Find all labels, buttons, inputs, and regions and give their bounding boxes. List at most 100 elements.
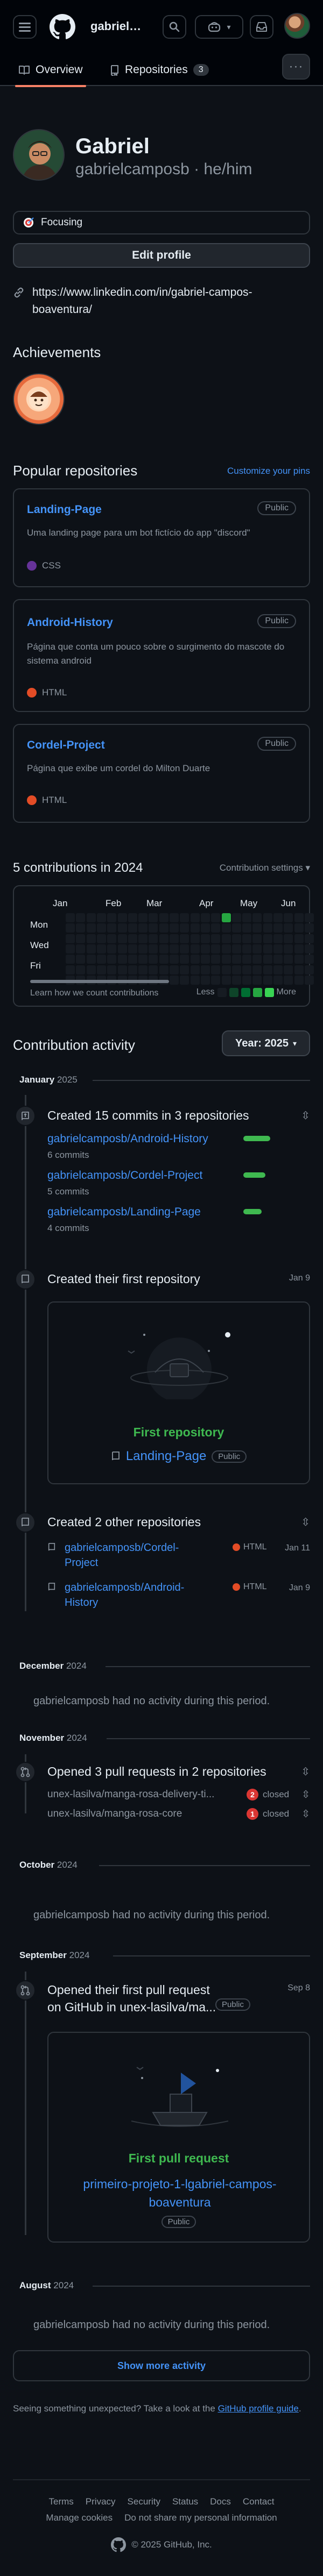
footer-link-docs[interactable]: Docs (210, 2496, 231, 2507)
calendar-cell[interactable] (149, 913, 158, 922)
calendar-cell[interactable] (149, 944, 158, 953)
calendar-cell[interactable] (242, 955, 252, 964)
footer-link-cookies[interactable]: Manage cookies (46, 2513, 113, 2523)
calendar-cell[interactable] (263, 934, 272, 943)
calendar-cell[interactable] (128, 923, 137, 933)
calendar-cell[interactable] (107, 923, 117, 933)
inbox-button[interactable] (250, 15, 273, 39)
calendar-cell[interactable] (138, 944, 148, 953)
profile-guide-link[interactable]: GitHub profile guide (218, 2403, 299, 2414)
calendar-cell[interactable] (273, 923, 283, 933)
calendar-cell[interactable] (180, 944, 189, 953)
calendar-cell[interactable] (180, 965, 189, 974)
calendar-cell[interactable] (128, 955, 137, 964)
calendar-cell[interactable] (221, 923, 231, 933)
linkedin-link[interactable]: https://www.linkedin.com/in/gabriel-camp… (32, 284, 310, 318)
calendar-cell[interactable] (107, 955, 117, 964)
calendar-cell[interactable] (304, 944, 314, 953)
tab-repositories[interactable]: Repositories 3 (110, 54, 209, 86)
calendar-cell[interactable] (200, 965, 210, 974)
calendar-cell[interactable] (86, 965, 96, 974)
calendar-cell[interactable] (284, 965, 293, 974)
calendar-cell[interactable] (96, 913, 106, 922)
fold-icon[interactable]: ⇳ (301, 1808, 310, 1820)
calendar-cell[interactable] (128, 944, 137, 953)
calendar-cell[interactable] (284, 944, 293, 953)
calendar-cell[interactable] (221, 975, 231, 985)
calendar-cell[interactable] (252, 955, 262, 964)
first-repo-card-link[interactable]: Landing-Page (126, 1449, 206, 1464)
calendar-cell[interactable] (252, 934, 262, 943)
calendar-cell[interactable] (66, 913, 75, 922)
calendar-cell[interactable] (211, 944, 221, 953)
profile-avatar[interactable] (13, 129, 65, 181)
calendar-cell[interactable] (107, 934, 117, 943)
repo-name-link[interactable]: Android-History (27, 616, 113, 629)
github-logo[interactable] (50, 14, 75, 43)
calendar-cell[interactable] (252, 944, 262, 953)
calendar-cell[interactable] (138, 955, 148, 964)
status-box[interactable]: Focusing (13, 211, 310, 234)
calendar-cell[interactable] (242, 934, 252, 943)
search-button[interactable] (163, 15, 186, 39)
calendar-cell[interactable] (138, 965, 148, 974)
other-repo-link[interactable]: gabrielcamposb/Cordel-Project (65, 1540, 188, 1570)
calendar-cell[interactable] (294, 913, 304, 922)
calendar-cell[interactable] (242, 965, 252, 974)
calendar-cell[interactable] (242, 944, 252, 953)
calendar-cell[interactable] (149, 934, 158, 943)
calendar-cell[interactable] (149, 955, 158, 964)
calendar-cell[interactable] (221, 913, 231, 922)
calendar-cell[interactable] (304, 923, 314, 933)
calendar-cell[interactable] (128, 965, 137, 974)
calendar-cell[interactable] (170, 975, 179, 985)
calendar-cell[interactable] (138, 934, 148, 943)
calendar-cell[interactable] (138, 913, 148, 922)
calendar-cell[interactable] (231, 923, 241, 933)
calendar-cell[interactable] (294, 955, 304, 964)
calendar-cell[interactable] (96, 944, 106, 953)
calendar-cell[interactable] (304, 955, 314, 964)
pr-repo-link[interactable]: unex-lasilva/manga-rosa-delivery-ti... (47, 1789, 241, 1801)
commit-count[interactable]: 4 commits (47, 1223, 89, 1234)
calendar-cell[interactable] (190, 934, 200, 943)
user-avatar-small[interactable] (284, 13, 310, 39)
calendar-cell[interactable] (231, 934, 241, 943)
calendar-cell[interactable] (190, 965, 200, 974)
calendar-cell[interactable] (117, 923, 127, 933)
calendar-cell[interactable] (66, 944, 75, 953)
calendar-cell[interactable] (66, 934, 75, 943)
calendar-cell[interactable] (273, 944, 283, 953)
calendar-cell[interactable] (263, 923, 272, 933)
calendar-cell[interactable] (284, 913, 293, 922)
calendar-cell[interactable] (96, 923, 106, 933)
calendar-cell[interactable] (221, 934, 231, 943)
calendar-cell[interactable] (96, 965, 106, 974)
calendar-cell[interactable] (190, 975, 200, 985)
commit-count[interactable]: 6 commits (47, 1150, 89, 1161)
calendar-cell[interactable] (284, 975, 293, 985)
calendar-cell[interactable] (117, 965, 127, 974)
calendar-cell[interactable] (66, 923, 75, 933)
calendar-cell[interactable] (284, 923, 293, 933)
calendar-cell[interactable] (294, 934, 304, 943)
calendar-cell[interactable] (76, 913, 86, 922)
calendar-cell[interactable] (159, 944, 168, 953)
fold-icon[interactable]: ⇳ (301, 1515, 310, 1529)
calendar-cell[interactable] (211, 934, 221, 943)
calendar-cell[interactable] (107, 965, 117, 974)
header-username[interactable]: gabrielc... (90, 19, 142, 33)
show-more-activity-button[interactable]: Show more activity (13, 2350, 310, 2381)
calendar-cell[interactable] (231, 975, 241, 985)
year-select-button[interactable]: Year: 2025 ▾ (222, 1030, 310, 1056)
calendar-cell[interactable] (170, 934, 179, 943)
achievement-badge[interactable] (13, 373, 65, 425)
commit-repo-link[interactable]: gabrielcamposb/Cordel-Project (47, 1169, 202, 1182)
calendar-cell[interactable] (149, 965, 158, 974)
calendar-cell[interactable] (231, 965, 241, 974)
calendar-cell[interactable] (159, 934, 168, 943)
commit-repo-link[interactable]: gabrielcamposb/Landing-Page (47, 1206, 201, 1219)
calendar-cell[interactable] (231, 955, 241, 964)
calendar-cell[interactable] (221, 955, 231, 964)
calendar-cell[interactable] (86, 934, 96, 943)
